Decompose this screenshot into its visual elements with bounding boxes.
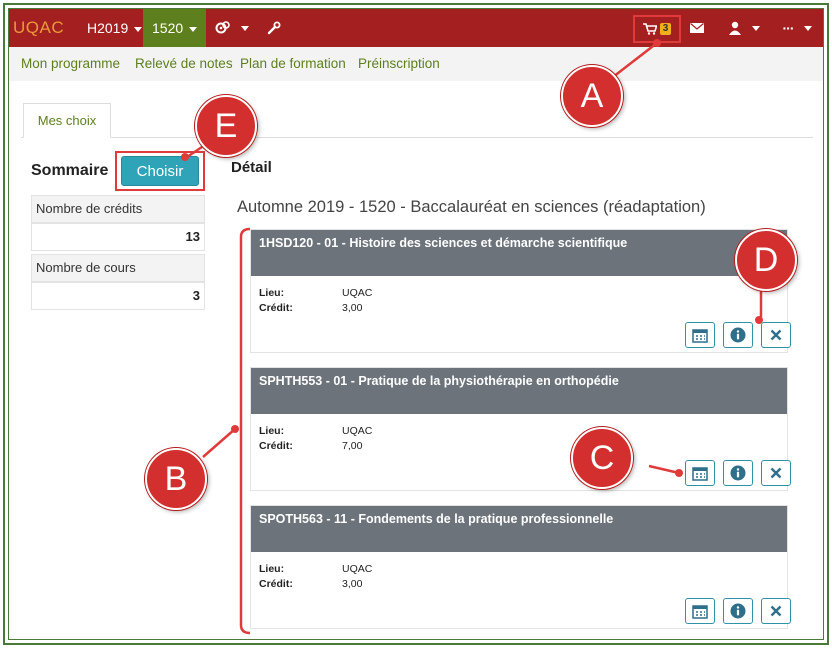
callout-e: E bbox=[195, 95, 257, 157]
callout-a: A bbox=[561, 65, 623, 127]
app-window: UQAC H2019 1520 3 ··· Mon programme Rele… bbox=[8, 8, 824, 640]
callout-b: B bbox=[145, 448, 207, 510]
callout-c: C bbox=[571, 427, 633, 489]
annotation-lines bbox=[181, 39, 763, 635]
callout-d: D bbox=[735, 229, 797, 291]
